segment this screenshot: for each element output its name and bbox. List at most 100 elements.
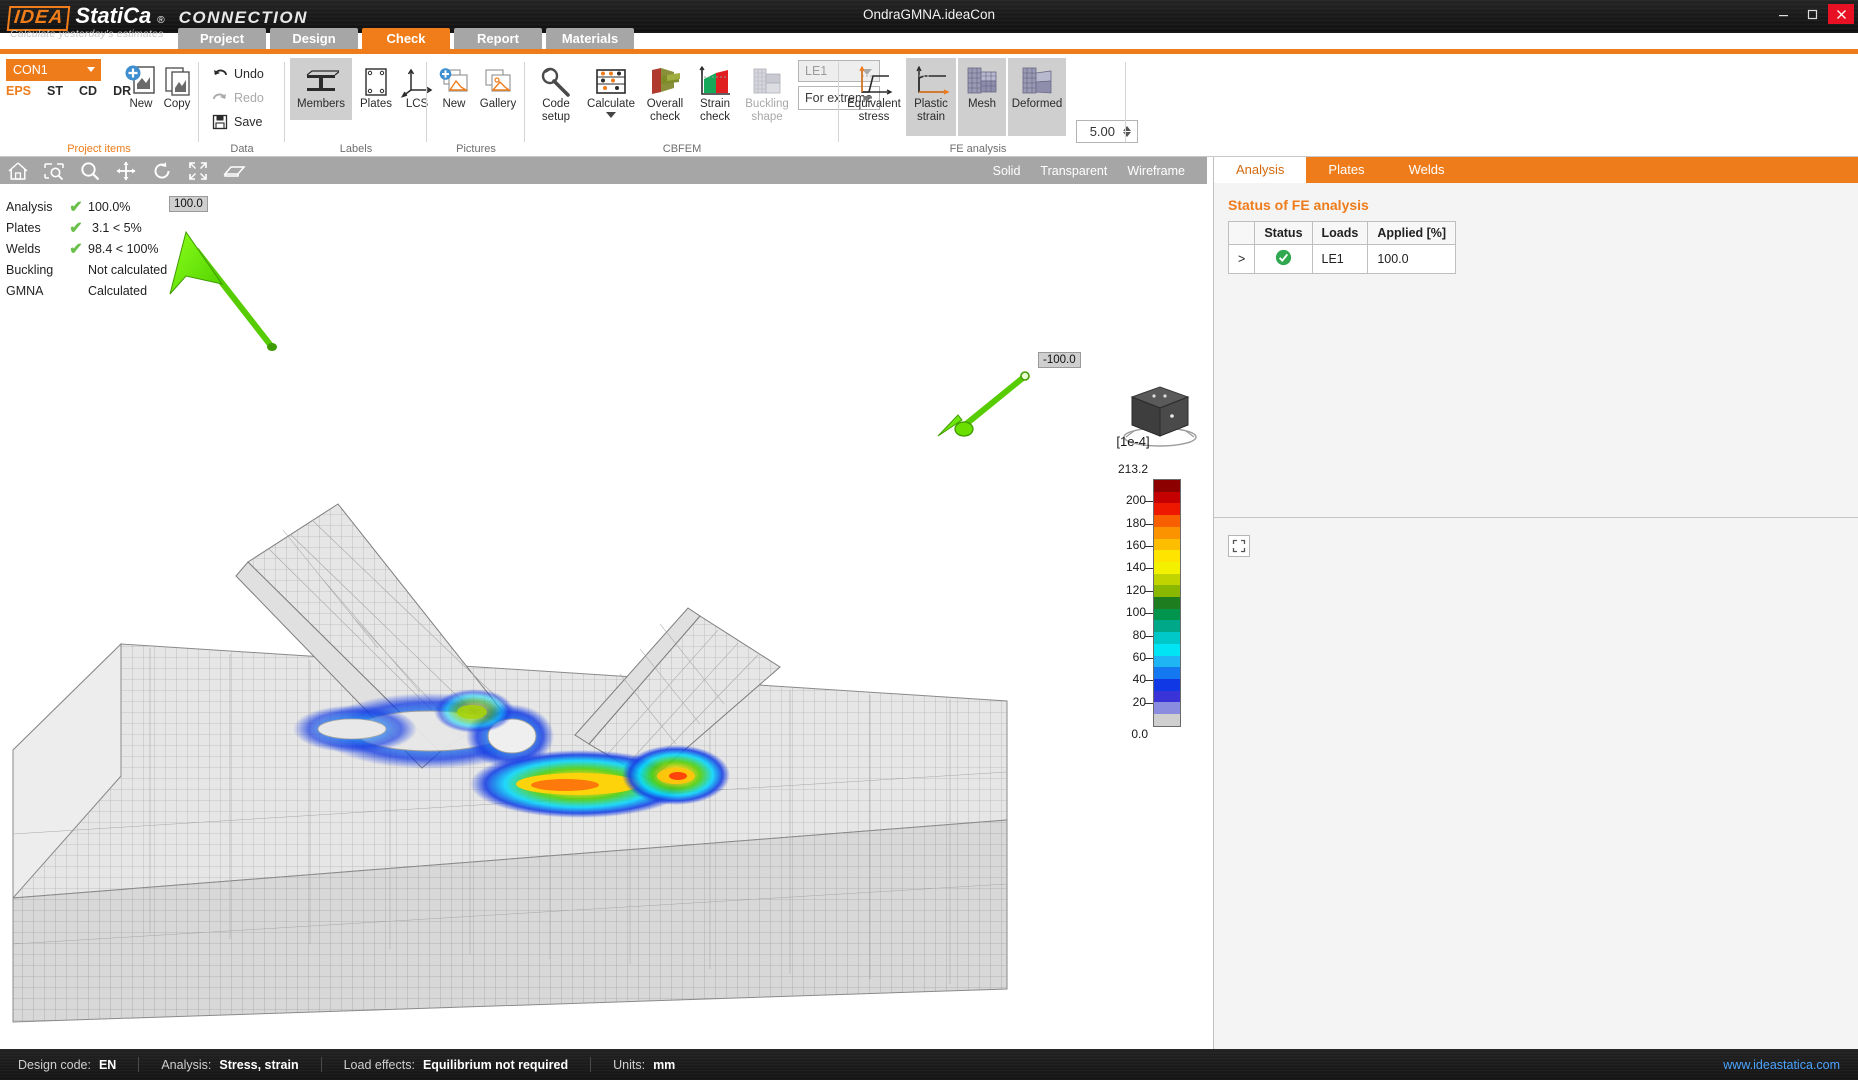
tab-report[interactable]: Report	[454, 28, 542, 49]
status-design-code-key: Design code:	[18, 1058, 91, 1072]
plates-button[interactable]: Plates	[354, 58, 398, 111]
toggle-st[interactable]: ST	[47, 84, 63, 98]
deformation-scale-input[interactable]: 5.00	[1076, 120, 1138, 143]
legend-tick-mark	[1145, 703, 1153, 704]
tab-materials[interactable]: Materials	[546, 28, 634, 49]
equivalent-stress-button[interactable]: Equivalent stress	[844, 58, 904, 124]
legend-tick-label: 120	[1126, 583, 1146, 597]
ribbon: CON1 EPS ST CD DR New	[0, 54, 1858, 157]
copy-item-label: Copy	[164, 98, 191, 111]
calculate-dropdown-icon[interactable]	[606, 112, 616, 118]
undo-button[interactable]: Undo	[212, 64, 264, 84]
fit-icon[interactable]	[180, 157, 216, 184]
redo-icon	[212, 90, 228, 106]
lcs-label: LCS	[406, 98, 428, 111]
legend-tick-mark	[1145, 546, 1153, 547]
status-units-value: mm	[653, 1058, 675, 1072]
legend-band	[1154, 562, 1180, 574]
mesh-icon	[963, 62, 1001, 98]
render-mode-wireframe[interactable]: Wireframe	[1127, 164, 1185, 178]
home-icon[interactable]	[0, 157, 36, 184]
legend-band	[1154, 550, 1180, 562]
status-analysis-value: Stress, strain	[219, 1058, 298, 1072]
tab-check[interactable]: Check	[362, 28, 450, 49]
fe-analysis-table: Status Loads Applied [%] > LE1 100.0	[1228, 221, 1456, 274]
strain-check-button[interactable]: Strain check	[692, 58, 738, 124]
render-mode-solid[interactable]: Solid	[993, 164, 1021, 178]
tab-design[interactable]: Design	[270, 28, 358, 49]
deformed-icon	[1018, 62, 1056, 98]
tab-analysis[interactable]: Analysis	[1214, 157, 1306, 183]
rotate-icon[interactable]	[144, 157, 180, 184]
buckling-shape-button[interactable]: Buckling shape	[740, 58, 794, 124]
deformed-button[interactable]: Deformed	[1008, 58, 1066, 136]
status-separator	[590, 1057, 591, 1072]
connection-selector[interactable]: CON1	[6, 59, 101, 81]
legend-tick-mark	[1145, 568, 1153, 569]
status-analysis-key: Analysis:	[161, 1058, 211, 1072]
legend-band	[1154, 539, 1180, 551]
legend-band	[1154, 632, 1180, 644]
status-website-link[interactable]: www.ideastatica.com	[1723, 1058, 1840, 1072]
load-case-value: LE1	[805, 64, 827, 78]
ribbon-separator-3	[426, 62, 427, 142]
save-button[interactable]: Save	[212, 112, 263, 132]
right-panel-splitter[interactable]	[1214, 517, 1858, 518]
table-header-row: Status Loads Applied [%]	[1229, 222, 1456, 245]
plastic-strain-button[interactable]: Plastic strain	[906, 58, 956, 136]
ribbon-group-labels: Members Plates	[286, 54, 426, 157]
fea-model[interactable]	[0, 184, 1207, 1049]
close-icon[interactable]	[1828, 4, 1854, 24]
save-label: Save	[234, 115, 263, 129]
buckling-shape-label: Buckling shape	[745, 98, 788, 124]
mesh-button[interactable]: Mesh	[958, 58, 1006, 136]
legend-band	[1154, 667, 1180, 679]
minimize-icon[interactable]	[1770, 4, 1796, 24]
equivalent-stress-label: Equivalent stress	[847, 98, 901, 124]
overall-check-icon	[647, 62, 683, 98]
deformation-scale-value: 5.00	[1090, 124, 1115, 139]
connection-selector-value: CON1	[13, 63, 48, 77]
redo-label: Redo	[234, 91, 264, 105]
gallery-button[interactable]: Gallery	[474, 58, 522, 111]
tab-project[interactable]: Project	[178, 28, 266, 49]
restore-icon[interactable]	[1799, 4, 1825, 24]
tab-plates[interactable]: Plates	[1306, 157, 1386, 183]
pan-icon[interactable]	[108, 157, 144, 184]
view-style-icon[interactable]	[216, 157, 252, 184]
column-header-applied: Applied [%]	[1368, 222, 1456, 245]
toggle-eps[interactable]: EPS	[6, 84, 31, 98]
zoom-icon[interactable]	[72, 157, 108, 184]
document-title: OndraGMNA.ideaCon	[0, 7, 1858, 22]
tab-welds[interactable]: Welds	[1387, 157, 1467, 183]
new-picture-button[interactable]: New	[432, 58, 476, 111]
toggle-cd[interactable]: CD	[79, 84, 97, 98]
expand-icon[interactable]	[1228, 535, 1250, 557]
color-legend: [1e-4] 213.2 20018016014012010080604020 …	[1090, 434, 1200, 449]
legend-band	[1154, 679, 1180, 691]
legend-tick-mark	[1145, 658, 1153, 659]
legend-band	[1154, 503, 1180, 515]
render-mode-transparent[interactable]: Transparent	[1040, 164, 1107, 178]
code-setup-button[interactable]: Code setup	[530, 58, 582, 124]
legend-band	[1154, 515, 1180, 527]
ribbon-group-pictures: New Gallery Pictures	[428, 54, 524, 157]
calculate-button[interactable]: Calculate	[584, 58, 638, 118]
ribbon-tabstrip: Project Design Check Report Materials	[0, 28, 634, 50]
undo-icon	[212, 66, 228, 82]
equivalent-stress-icon	[855, 62, 893, 98]
table-row[interactable]: > LE1 100.0	[1229, 245, 1456, 274]
legend-band	[1154, 527, 1180, 539]
undo-label: Undo	[234, 67, 264, 81]
legend-band	[1154, 480, 1180, 492]
legend-tick-mark	[1145, 501, 1153, 502]
viewport-3d[interactable]: Analysis ✔ 100.0% Plates ✔ 3.1 < 5% Weld…	[0, 184, 1207, 1049]
members-button[interactable]: Members	[290, 58, 352, 120]
row-expander[interactable]: >	[1229, 245, 1255, 274]
mesh-label: Mesh	[968, 98, 996, 111]
strain-check-label: Strain check	[700, 98, 730, 124]
overall-check-button[interactable]: Overall check	[640, 58, 690, 124]
redo-button[interactable]: Redo	[212, 88, 264, 108]
zoom-window-icon[interactable]	[36, 157, 72, 184]
code-setup-label: Code setup	[542, 98, 570, 124]
